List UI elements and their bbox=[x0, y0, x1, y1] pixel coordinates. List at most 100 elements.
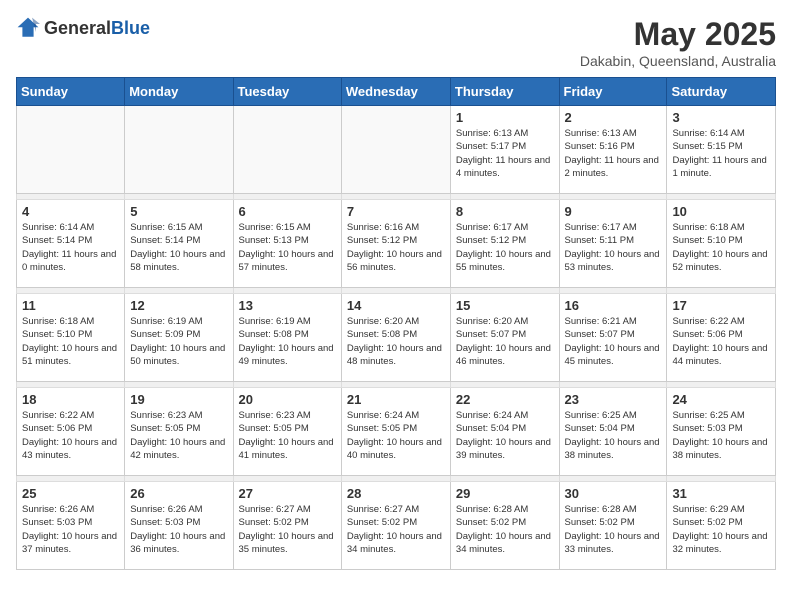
day-info: Sunrise: 6:20 AM Sunset: 5:07 PM Dayligh… bbox=[456, 315, 554, 368]
calendar-week-row: 11 Sunrise: 6:18 AM Sunset: 5:10 PM Dayli… bbox=[17, 294, 776, 382]
day-number: 21 bbox=[347, 392, 445, 407]
day-info: Sunrise: 6:19 AM Sunset: 5:08 PM Dayligh… bbox=[239, 315, 336, 368]
table-row: 9Sunrise: 6:17 AM Sunset: 5:11 PM Daylig… bbox=[559, 200, 667, 288]
day-info: Sunrise: 6:22 AM Sunset: 5:06 PM Dayligh… bbox=[672, 315, 770, 368]
day-number: 17 bbox=[672, 298, 770, 313]
day-number: 9 bbox=[565, 204, 662, 219]
day-number: 12 bbox=[130, 298, 227, 313]
weekday-header-row: Sunday Monday Tuesday Wednesday Thursday… bbox=[17, 78, 776, 106]
day-info: Sunrise: 6:27 AM Sunset: 5:02 PM Dayligh… bbox=[347, 503, 445, 556]
table-row: 20Sunrise: 6:23 AM Sunset: 5:05 PM Dayli… bbox=[233, 388, 341, 476]
table-row: 19Sunrise: 6:23 AM Sunset: 5:05 PM Dayli… bbox=[125, 388, 233, 476]
month-title: May 2025 bbox=[580, 16, 776, 53]
day-number: 4 bbox=[22, 204, 119, 219]
header-sunday: Sunday bbox=[17, 78, 125, 106]
day-info: Sunrise: 6:15 AM Sunset: 5:13 PM Dayligh… bbox=[239, 221, 336, 274]
table-row: 16 Sunrise: 6:21 AM Sunset: 5:07 PM Dayli… bbox=[559, 294, 667, 382]
day-number: 6 bbox=[239, 204, 336, 219]
day-number: 24 bbox=[672, 392, 770, 407]
logo-icon bbox=[16, 16, 40, 40]
day-number: 27 bbox=[239, 486, 336, 501]
day-info: Sunrise: 6:21 AM Sunset: 5:07 PM Dayligh… bbox=[565, 315, 662, 368]
table-row: 26 Sunrise: 6:26 AM Sunset: 5:03 PM Dayli… bbox=[125, 482, 233, 570]
day-info: Sunrise: 6:20 AM Sunset: 5:08 PM Dayligh… bbox=[347, 315, 445, 368]
day-info: Sunrise: 6:28 AM Sunset: 5:02 PM Dayligh… bbox=[565, 503, 662, 556]
header-friday: Friday bbox=[559, 78, 667, 106]
day-number: 15 bbox=[456, 298, 554, 313]
day-info: Sunrise: 6:16 AM Sunset: 5:12 PM Dayligh… bbox=[347, 221, 445, 274]
logo-general: General bbox=[44, 18, 111, 38]
day-info: Sunrise: 6:26 AM Sunset: 5:03 PM Dayligh… bbox=[22, 503, 119, 556]
table-row: 30Sunrise: 6:28 AM Sunset: 5:02 PM Dayli… bbox=[559, 482, 667, 570]
table-row bbox=[17, 106, 125, 194]
day-number: 26 bbox=[130, 486, 227, 501]
day-info: Sunrise: 6:27 AM Sunset: 5:02 PM Dayligh… bbox=[239, 503, 336, 556]
logo-text: GeneralBlue bbox=[44, 18, 150, 39]
table-row: 31 Sunrise: 6:29 AM Sunset: 5:02 PM Dayli… bbox=[667, 482, 776, 570]
table-row: 24 Sunrise: 6:25 AM Sunset: 5:03 PM Dayli… bbox=[667, 388, 776, 476]
day-number: 16 bbox=[565, 298, 662, 313]
table-row: 23 Sunrise: 6:25 AM Sunset: 5:04 PM Dayli… bbox=[559, 388, 667, 476]
day-number: 11 bbox=[22, 298, 119, 313]
table-row: 1Sunrise: 6:13 AM Sunset: 5:17 PM Daylig… bbox=[450, 106, 559, 194]
day-info: Sunrise: 6:25 AM Sunset: 5:03 PM Dayligh… bbox=[672, 409, 770, 462]
table-row: 12Sunrise: 6:19 AM Sunset: 5:09 PM Dayli… bbox=[125, 294, 233, 382]
calendar-table: Sunday Monday Tuesday Wednesday Thursday… bbox=[16, 77, 776, 570]
day-number: 5 bbox=[130, 204, 227, 219]
table-row bbox=[233, 106, 341, 194]
day-info: Sunrise: 6:14 AM Sunset: 5:14 PM Dayligh… bbox=[22, 221, 119, 274]
header-saturday: Saturday bbox=[667, 78, 776, 106]
table-row: 25 Sunrise: 6:26 AM Sunset: 5:03 PM Dayli… bbox=[17, 482, 125, 570]
day-number: 10 bbox=[672, 204, 770, 219]
logo: GeneralBlue bbox=[16, 16, 150, 40]
calendar-week-row: 4 Sunrise: 6:14 AM Sunset: 5:14 PM Daylig… bbox=[17, 200, 776, 288]
day-number: 14 bbox=[347, 298, 445, 313]
day-number: 3 bbox=[672, 110, 770, 125]
header-monday: Monday bbox=[125, 78, 233, 106]
table-row: 14 Sunrise: 6:20 AM Sunset: 5:08 PM Dayli… bbox=[341, 294, 450, 382]
table-row: 29 Sunrise: 6:28 AM Sunset: 5:02 PM Dayli… bbox=[450, 482, 559, 570]
day-info: Sunrise: 6:18 AM Sunset: 5:10 PM Dayligh… bbox=[672, 221, 770, 274]
day-number: 31 bbox=[672, 486, 770, 501]
title-area: May 2025 Dakabin, Queensland, Australia bbox=[580, 16, 776, 69]
table-row: 28 Sunrise: 6:27 AM Sunset: 5:02 PM Dayli… bbox=[341, 482, 450, 570]
header-tuesday: Tuesday bbox=[233, 78, 341, 106]
table-row: 11 Sunrise: 6:18 AM Sunset: 5:10 PM Dayli… bbox=[17, 294, 125, 382]
day-number: 20 bbox=[239, 392, 336, 407]
day-number: 13 bbox=[239, 298, 336, 313]
day-info: Sunrise: 6:17 AM Sunset: 5:12 PM Dayligh… bbox=[456, 221, 554, 274]
page-header: GeneralBlue May 2025 Dakabin, Queensland… bbox=[16, 16, 776, 69]
table-row: 22 Sunrise: 6:24 AM Sunset: 5:04 PM Dayli… bbox=[450, 388, 559, 476]
calendar-week-row: 1Sunrise: 6:13 AM Sunset: 5:17 PM Daylig… bbox=[17, 106, 776, 194]
day-number: 29 bbox=[456, 486, 554, 501]
header-thursday: Thursday bbox=[450, 78, 559, 106]
day-number: 22 bbox=[456, 392, 554, 407]
day-info: Sunrise: 6:22 AM Sunset: 5:06 PM Dayligh… bbox=[22, 409, 119, 462]
day-number: 19 bbox=[130, 392, 227, 407]
table-row: 27 Sunrise: 6:27 AM Sunset: 5:02 PM Dayli… bbox=[233, 482, 341, 570]
day-info: Sunrise: 6:24 AM Sunset: 5:04 PM Dayligh… bbox=[456, 409, 554, 462]
day-number: 25 bbox=[22, 486, 119, 501]
day-info: Sunrise: 6:18 AM Sunset: 5:10 PM Dayligh… bbox=[22, 315, 119, 368]
table-row: 18 Sunrise: 6:22 AM Sunset: 5:06 PM Dayli… bbox=[17, 388, 125, 476]
table-row: 8Sunrise: 6:17 AM Sunset: 5:12 PM Daylig… bbox=[450, 200, 559, 288]
day-info: Sunrise: 6:29 AM Sunset: 5:02 PM Dayligh… bbox=[672, 503, 770, 556]
table-row: 6 Sunrise: 6:15 AM Sunset: 5:13 PM Daylig… bbox=[233, 200, 341, 288]
day-number: 1 bbox=[456, 110, 554, 125]
day-info: Sunrise: 6:13 AM Sunset: 5:16 PM Dayligh… bbox=[565, 127, 662, 180]
day-number: 18 bbox=[22, 392, 119, 407]
table-row: 3Sunrise: 6:14 AM Sunset: 5:15 PM Daylig… bbox=[667, 106, 776, 194]
day-number: 7 bbox=[347, 204, 445, 219]
day-info: Sunrise: 6:24 AM Sunset: 5:05 PM Dayligh… bbox=[347, 409, 445, 462]
header-wednesday: Wednesday bbox=[341, 78, 450, 106]
calendar-week-row: 18 Sunrise: 6:22 AM Sunset: 5:06 PM Dayli… bbox=[17, 388, 776, 476]
day-info: Sunrise: 6:15 AM Sunset: 5:14 PM Dayligh… bbox=[130, 221, 227, 274]
day-number: 23 bbox=[565, 392, 662, 407]
day-info: Sunrise: 6:26 AM Sunset: 5:03 PM Dayligh… bbox=[130, 503, 227, 556]
table-row bbox=[125, 106, 233, 194]
day-info: Sunrise: 6:25 AM Sunset: 5:04 PM Dayligh… bbox=[565, 409, 662, 462]
day-number: 28 bbox=[347, 486, 445, 501]
calendar-week-row: 25 Sunrise: 6:26 AM Sunset: 5:03 PM Dayli… bbox=[17, 482, 776, 570]
day-info: Sunrise: 6:28 AM Sunset: 5:02 PM Dayligh… bbox=[456, 503, 554, 556]
table-row: 5 Sunrise: 6:15 AM Sunset: 5:14 PM Daylig… bbox=[125, 200, 233, 288]
